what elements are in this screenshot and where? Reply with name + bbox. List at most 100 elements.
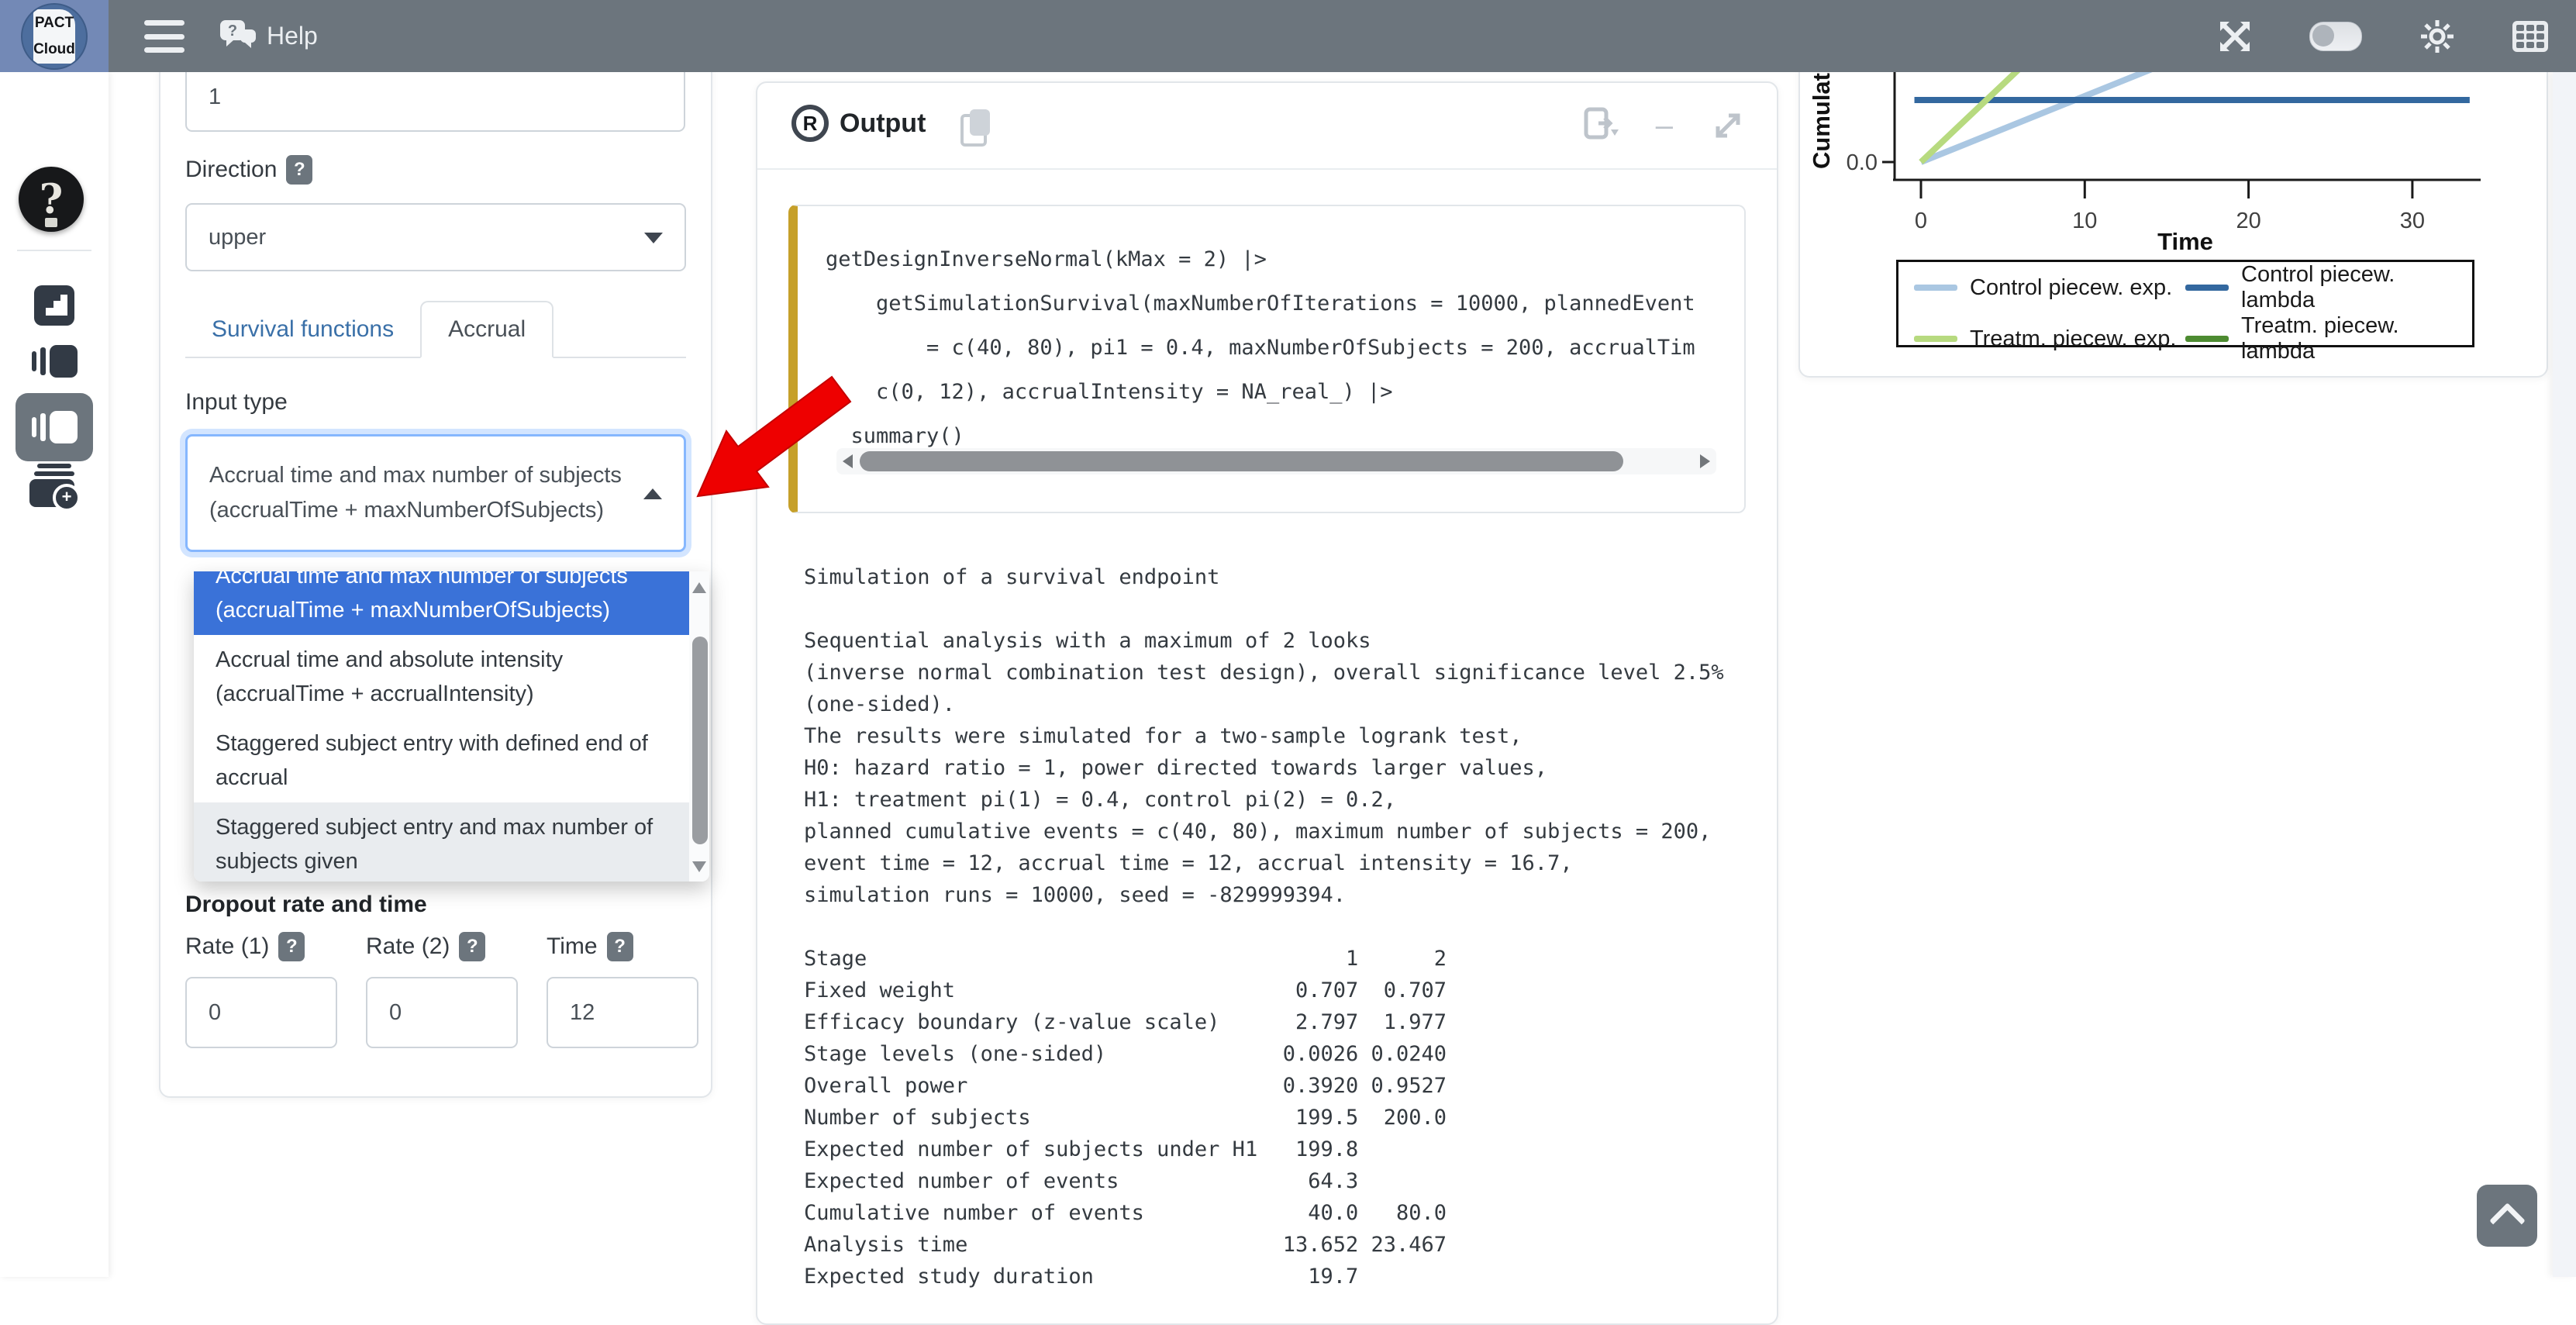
dropdown-scrollbar[interactable]: [689, 571, 709, 882]
topbar-actions: [2216, 0, 2548, 72]
user-avatar[interactable]: ?: [19, 167, 84, 232]
output-line: (one-sided).: [804, 688, 1761, 720]
sidebar-item-panel-active[interactable]: [16, 393, 93, 461]
dropout-heading: Dropout rate and time: [185, 892, 427, 918]
scroll-up-icon[interactable]: [692, 582, 706, 593]
scrollbar-thumb[interactable]: [692, 637, 708, 844]
output-line: Fixed weight 0.707 0.707: [804, 975, 1761, 1006]
sidebar-divider: [17, 250, 91, 251]
h-scrollbar-thumb[interactable]: [860, 451, 1623, 471]
output-line: Expected number of events 64.3: [804, 1165, 1761, 1197]
input-type-value-line2: (accrualTime + maxNumberOfSubjects): [209, 493, 604, 528]
input-type-select[interactable]: Accrual time and max number of subjects …: [185, 434, 686, 552]
copy-code-icon[interactable]: [960, 109, 991, 145]
legend-swatch: [2185, 285, 2229, 291]
kmax-input[interactable]: 1: [185, 62, 685, 132]
output-line: event time = 12, accrual time = 12, accr…: [804, 847, 1761, 879]
export-icon[interactable]: [1583, 106, 1619, 145]
direction-select[interactable]: upper: [185, 203, 686, 271]
chevron-up-icon: [2489, 1203, 2526, 1239]
sidebar-item-panel[interactable]: [0, 345, 109, 378]
panel-icon: [32, 345, 78, 378]
dropout-rate2-input[interactable]: 0: [366, 977, 518, 1048]
legend-item: Control piecew. exp.: [1914, 262, 2185, 313]
menu-toggle-icon[interactable]: [144, 20, 184, 53]
dropout-rate2-label: Rate (2) ?: [366, 932, 485, 961]
add-stack-icon: +: [29, 464, 79, 509]
scroll-to-top-button[interactable]: [2477, 1185, 2537, 1247]
rpact-logo-icon: PACT Cloud: [21, 3, 88, 70]
output-panel: R Output – getDesignInverseNormal(kMax =…: [756, 81, 1778, 1325]
gear-icon[interactable]: [2418, 17, 2457, 56]
output-line: The results were simulated for a two-sam…: [804, 720, 1761, 752]
apps-grid-icon[interactable]: [2512, 21, 2548, 52]
fullscreen-icon[interactable]: [2216, 18, 2254, 55]
input-type-option[interactable]: Staggered subject entry with defined end…: [194, 719, 689, 802]
time-help-icon[interactable]: ?: [607, 932, 633, 961]
dropout-time-label: Time ?: [547, 932, 633, 961]
scroll-right-icon[interactable]: [1700, 454, 1710, 468]
input-type-value-line1: Accrual time and max number of subjects: [209, 458, 622, 493]
app-logo[interactable]: PACT Cloud: [0, 0, 109, 72]
help-menu[interactable]: ? Help: [219, 17, 318, 54]
minimize-icon[interactable]: –: [1656, 109, 1673, 143]
output-line: H0: hazard ratio = 1, power directed tow…: [804, 752, 1761, 784]
direction-label: Direction ?: [185, 155, 312, 185]
dropout-time-input[interactable]: 12: [547, 977, 698, 1048]
legend-label: Control piecew. lambda: [2241, 262, 2457, 313]
sidebar-item-add-design[interactable]: +: [0, 464, 109, 509]
sidebar-item-designs[interactable]: [0, 283, 109, 328]
input-type-option[interactable]: Staggered subject entry and max number o…: [194, 802, 689, 882]
chevron-down-icon: [644, 233, 663, 243]
legend-label: Control piecew. exp.: [1970, 275, 2172, 301]
dropout-rate1-label: Rate (1) ?: [185, 932, 305, 961]
output-header-actions: –: [1583, 106, 1746, 145]
output-title: R Output: [791, 105, 926, 142]
x-axis-title: Time: [1896, 228, 2474, 256]
output-line: Analysis time 13.652 23.467: [804, 1229, 1761, 1261]
input-type-option-list: Accrual time and max number of subjects …: [194, 571, 689, 882]
code-line: c(0, 12), accrualIntensity = NA_real_) |…: [826, 370, 1736, 414]
rate2-help-icon[interactable]: ?: [459, 932, 485, 961]
legend-swatch: [2185, 336, 2229, 342]
input-type-label: Input type: [185, 389, 288, 416]
svg-text:0.0: 0.0: [1847, 150, 1878, 175]
output-line: planned cumulative events = c(40, 80), m…: [804, 816, 1761, 847]
tab-accrual[interactable]: Accrual: [420, 301, 553, 358]
input-type-option[interactable]: Accrual time and absolute intensity (acc…: [194, 635, 689, 719]
legend-item: Control piecew. lambda: [2185, 262, 2457, 313]
tab-survival-functions[interactable]: Survival functions: [185, 302, 420, 357]
output-line: simulation runs = 10000, seed = -8299993…: [804, 879, 1761, 911]
r-code-block: getDesignInverseNormal(kMax = 2) |> getS…: [788, 205, 1746, 513]
output-line: Sequential analysis with a maximum of 2 …: [804, 625, 1761, 657]
rate1-help-icon[interactable]: ?: [278, 932, 305, 961]
output-line: Overall power 0.3920 0.9527: [804, 1070, 1761, 1102]
output-header: R Output –: [757, 83, 1777, 170]
code-line: getDesignInverseNormal(kMax = 2) |>: [826, 237, 1736, 281]
scroll-down-icon[interactable]: [692, 861, 706, 872]
legend-label: Treatm. piecew. exp.: [1970, 326, 2176, 352]
output-line: Stage 1 2: [804, 943, 1761, 975]
legend-item: Treatm. piecew. lambda: [2185, 313, 2457, 364]
dropout-rate1-input[interactable]: 0: [185, 977, 337, 1048]
top-navbar: PACT Cloud ? Help: [0, 0, 2576, 72]
direction-value: upper: [209, 225, 266, 250]
legend-item: Treatm. piecew. exp.: [1914, 313, 2185, 364]
survival-plot-panel: 0.00102030Cumulative Time Control piecew…: [1798, 31, 2548, 378]
expand-icon[interactable]: [1710, 108, 1746, 143]
help-chat-icon: ?: [219, 17, 259, 54]
output-line: Number of subjects 199.5 200.0: [804, 1102, 1761, 1133]
direction-help-icon[interactable]: ?: [286, 155, 312, 185]
output-line: [804, 911, 1761, 943]
legend-swatch: [1914, 285, 1957, 291]
code-line: getSimulationSurvival(maxNumberOfIterati…: [826, 281, 1736, 326]
output-line: Simulation of a survival endpoint: [804, 561, 1761, 593]
annotation-arrow: [682, 357, 868, 519]
output-line: Cumulative number of events 40.0 80.0: [804, 1197, 1761, 1229]
dark-mode-toggle[interactable]: [2309, 22, 2362, 51]
code-horizontal-scrollbar[interactable]: [836, 448, 1716, 474]
output-line: Expected number of subjects under H1 199…: [804, 1133, 1761, 1165]
svg-text:?: ?: [228, 22, 237, 40]
steps-icon: [32, 283, 77, 328]
input-type-option[interactable]: Accrual time and max number of subjects …: [194, 571, 689, 635]
